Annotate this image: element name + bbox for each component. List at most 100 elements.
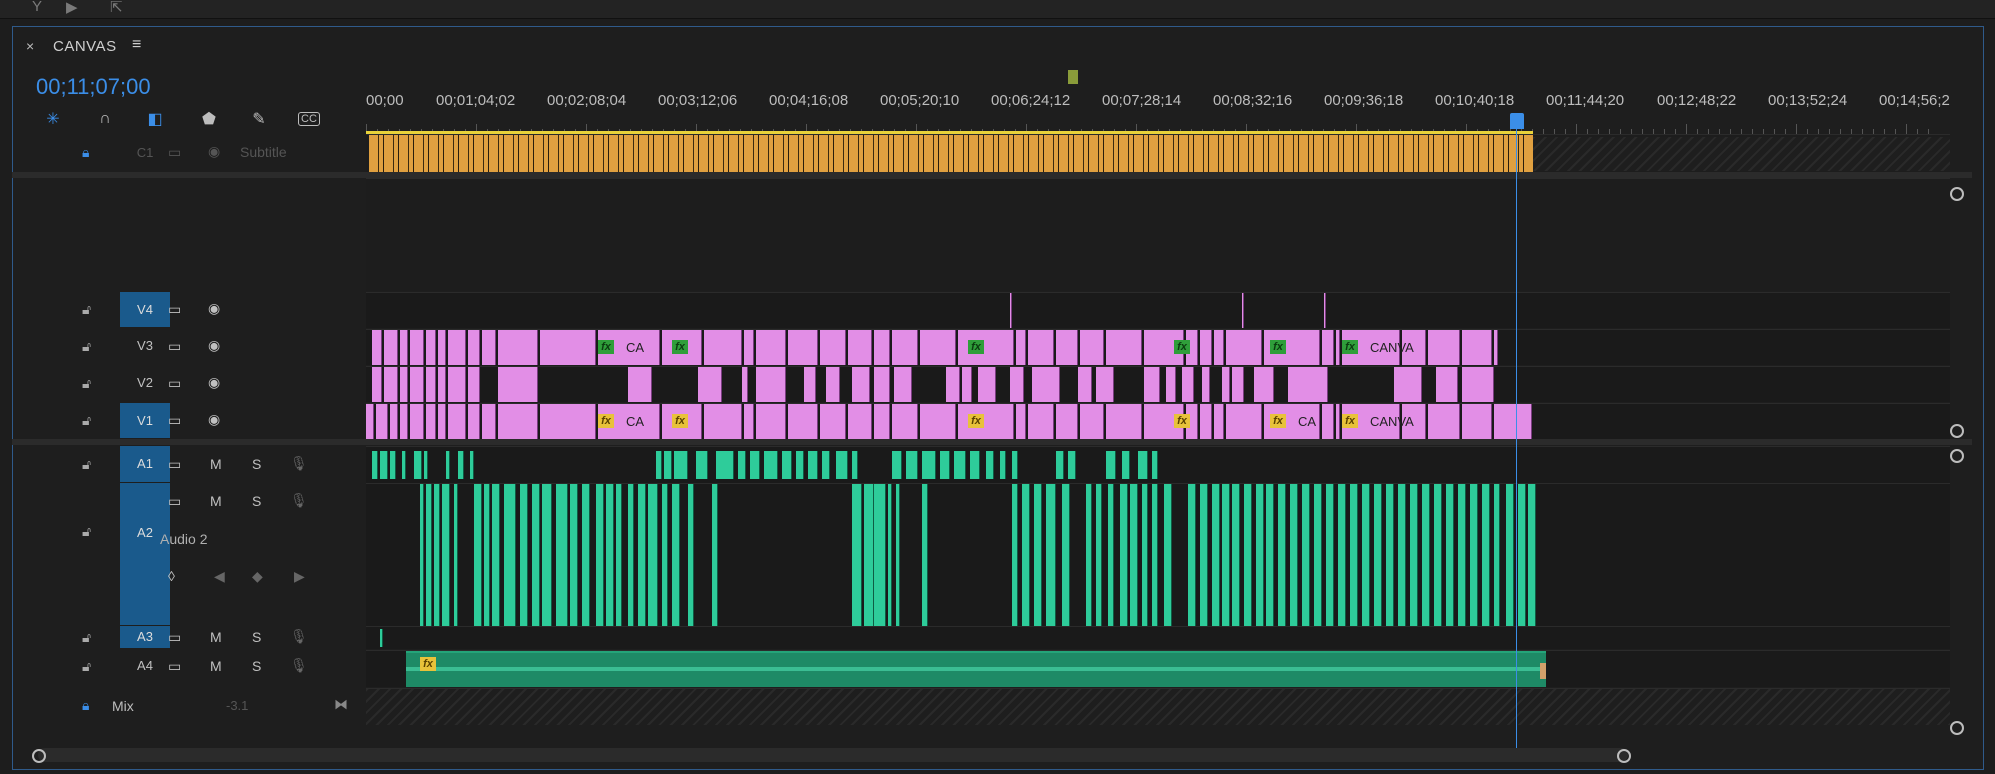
audio-clip[interactable] xyxy=(556,484,568,626)
audio-clip[interactable] xyxy=(852,451,858,479)
audio-clip[interactable] xyxy=(1362,484,1370,626)
audio-clip[interactable] xyxy=(1386,484,1394,626)
video-clip[interactable] xyxy=(498,330,538,365)
audio-clip[interactable] xyxy=(1494,484,1500,626)
track-target-a4[interactable]: A4 xyxy=(120,658,170,673)
transition-handle[interactable] xyxy=(1540,663,1546,679)
video-clip[interactable] xyxy=(756,404,786,439)
sync-lock-icon[interactable]: ▭ xyxy=(168,629,181,646)
audio-clip[interactable] xyxy=(1122,451,1130,479)
audio-clip[interactable] xyxy=(1000,451,1006,479)
video-clip[interactable] xyxy=(1166,367,1176,402)
audio-clip[interactable] xyxy=(1470,484,1478,626)
fx-badge[interactable]: fx xyxy=(672,414,688,428)
audio-clip[interactable] xyxy=(674,451,688,479)
audio-clip[interactable] xyxy=(892,451,902,479)
close-icon[interactable]: × xyxy=(26,38,34,54)
video-clip[interactable] xyxy=(946,367,960,402)
video-clip[interactable] xyxy=(448,367,466,402)
audio-clip[interactable] xyxy=(1232,484,1240,626)
fx-badge[interactable]: fx xyxy=(1270,340,1286,354)
audio-clip[interactable] xyxy=(1338,484,1346,626)
video-clip[interactable] xyxy=(1028,404,1054,439)
video-clip[interactable] xyxy=(820,330,846,365)
video-clip[interactable] xyxy=(498,367,538,402)
video-clip[interactable] xyxy=(628,367,652,402)
track-lane-a4[interactable]: fx xyxy=(366,650,1950,687)
audio-clip[interactable] xyxy=(1506,484,1514,626)
audio-clip[interactable] xyxy=(922,451,936,479)
time-ruler[interactable]: 00;00 00;01;04;02 00;02;08;04 00;03;12;0… xyxy=(366,86,1950,134)
audio-clip[interactable] xyxy=(1034,484,1042,626)
audio-clip[interactable] xyxy=(372,451,378,479)
video-clip[interactable] xyxy=(1056,330,1078,365)
video-clip[interactable] xyxy=(788,330,818,365)
video-clip[interactable] xyxy=(698,367,722,402)
video-clip[interactable] xyxy=(874,404,890,439)
horizontal-scrollbar[interactable] xyxy=(38,748,1628,762)
video-clip[interactable] xyxy=(1242,293,1244,328)
audio-clip[interactable] xyxy=(1434,484,1442,626)
audio-clip[interactable] xyxy=(1410,484,1418,626)
video-clip[interactable] xyxy=(744,330,754,365)
audio-clip[interactable] xyxy=(1350,484,1358,626)
mute-button[interactable]: M xyxy=(210,629,222,645)
audio-clip[interactable] xyxy=(1022,484,1030,626)
audio-clip[interactable] xyxy=(808,451,818,479)
audio-clip[interactable] xyxy=(484,484,490,626)
audio-clip[interactable] xyxy=(696,451,708,479)
lock-icon[interactable]: 🔒︎ xyxy=(82,697,89,714)
audio-clip[interactable] xyxy=(434,484,440,626)
audio-clip[interactable] xyxy=(458,451,464,479)
video-clip[interactable] xyxy=(826,367,840,402)
mute-button[interactable]: M xyxy=(210,658,222,674)
audio-clip[interactable] xyxy=(986,451,994,479)
audio-clip[interactable] xyxy=(1314,484,1322,626)
video-clip[interactable] xyxy=(1336,404,1340,439)
video-clip[interactable] xyxy=(704,330,742,365)
video-clip[interactable] xyxy=(892,330,918,365)
keyframe-options-icon[interactable]: ◊ xyxy=(168,568,175,584)
microphone-icon[interactable]: 🎙︎ xyxy=(290,628,308,645)
audio-clip[interactable] xyxy=(424,451,428,479)
video-clip[interactable] xyxy=(448,404,466,439)
audio-clip[interactable] xyxy=(716,451,734,479)
menu-icon[interactable]: ≡ xyxy=(132,36,141,54)
video-clip[interactable] xyxy=(1322,404,1334,439)
audio-clip[interactable] xyxy=(1046,484,1056,626)
vertical-scroll-handle[interactable] xyxy=(1950,721,1964,735)
filter-icon[interactable]: Y xyxy=(32,0,42,15)
audio-clip[interactable] xyxy=(1130,484,1138,626)
audio-clip[interactable] xyxy=(492,484,500,626)
video-clip[interactable] xyxy=(1226,404,1262,439)
fx-badge[interactable]: fx xyxy=(598,340,614,354)
microphone-icon[interactable]: 🎙︎ xyxy=(290,492,308,509)
nest-icon[interactable]: ✳ xyxy=(40,107,66,131)
video-clip[interactable] xyxy=(1436,367,1458,402)
video-clip[interactable] xyxy=(1288,367,1328,402)
eye-icon[interactable]: ◉ xyxy=(208,337,220,354)
lock-icon[interactable]: 🔓︎ xyxy=(82,629,91,646)
video-clip[interactable] xyxy=(426,367,436,402)
video-clip[interactable] xyxy=(1200,330,1212,365)
audio-clip[interactable] xyxy=(520,484,528,626)
video-clip[interactable] xyxy=(540,330,596,365)
track-label-c1[interactable]: C1 xyxy=(120,145,170,160)
audio-clip[interactable] xyxy=(1086,484,1092,626)
audio-clip[interactable] xyxy=(1164,484,1172,626)
audio-clip[interactable] xyxy=(1152,451,1158,479)
audio-clip[interactable] xyxy=(1222,484,1230,626)
solo-button[interactable]: S xyxy=(252,658,261,674)
video-clip[interactable] xyxy=(1428,404,1460,439)
video-clip[interactable] xyxy=(1494,404,1532,439)
lock-icon[interactable]: 🔓︎ xyxy=(82,338,91,355)
audio-clip[interactable] xyxy=(940,451,950,479)
video-clip[interactable] xyxy=(1144,367,1160,402)
audio-clip[interactable] xyxy=(542,484,552,626)
audio-clip[interactable] xyxy=(1518,484,1526,626)
video-clip[interactable] xyxy=(410,367,424,402)
fx-badge[interactable]: fx xyxy=(1270,414,1286,428)
audio-clip[interactable] xyxy=(1326,484,1334,626)
video-clip[interactable] xyxy=(1214,404,1224,439)
video-clip[interactable] xyxy=(390,404,398,439)
